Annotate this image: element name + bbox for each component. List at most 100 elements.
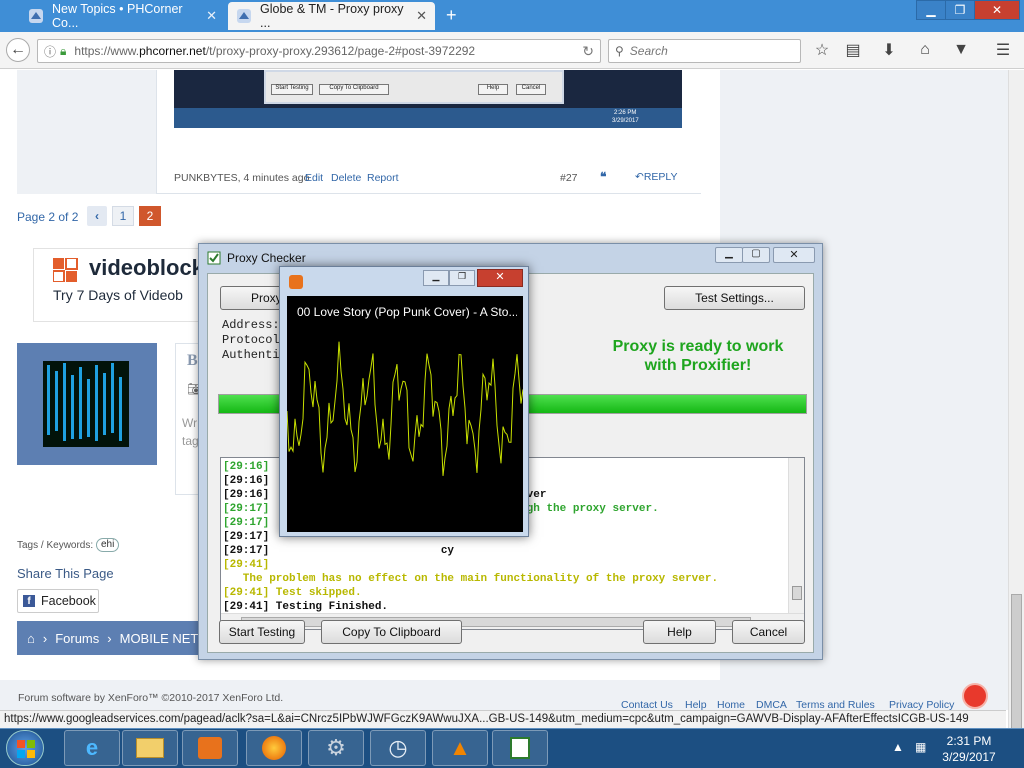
tray-expand-icon[interactable]: ▲ (892, 740, 904, 754)
delete-link[interactable]: Delete (331, 172, 361, 184)
footer-terms-link[interactable]: Terms and Rules (796, 699, 875, 710)
footer-privacy-link[interactable]: Privacy Policy (889, 699, 954, 710)
footer-home-link[interactable]: Home (717, 699, 745, 710)
back-arrow-icon: ← (10, 41, 26, 58)
tag-chip[interactable]: ehi (96, 538, 120, 552)
page-2-button[interactable]: 2 (139, 206, 161, 226)
bold-toolbar-button[interactable]: B (187, 352, 198, 370)
tags-label: Tags / Keywords: (17, 540, 94, 551)
embedded-help-button: Help (478, 84, 508, 95)
maximize-button[interactable]: ▢ (742, 247, 770, 263)
close-tab-icon[interactable]: ✕ (416, 8, 427, 24)
embedded-cancel-button: Cancel (516, 84, 546, 95)
help-button[interactable]: Help (643, 620, 716, 644)
taskbar-explorer[interactable] (122, 730, 178, 766)
minimize-button[interactable]: ▁ (916, 0, 946, 20)
reply-button[interactable]: ↶REPLY (635, 171, 677, 183)
tab-new-topics[interactable]: New Topics • PHCorner Co... ✕ (20, 2, 225, 30)
visualizer-panel: 00 Love Story (Pop Punk Cover) - A Sto..… (287, 296, 523, 532)
search-input[interactable]: ⚲ Search (608, 39, 801, 63)
windows-logo-icon (17, 740, 35, 758)
taskbar-vlc[interactable]: ▲ (432, 730, 488, 766)
home-icon[interactable]: ⌂ (27, 631, 35, 646)
test-settings-button[interactable]: Test Settings... (664, 286, 805, 310)
minimize-button[interactable]: ▁ (715, 247, 743, 263)
breadcrumb-forums[interactable]: Forums (55, 631, 99, 646)
pocket-button[interactable]: ▼ (949, 38, 973, 62)
lock-icon: 🔒︎ (60, 43, 67, 58)
home-button[interactable]: ⌂ (913, 38, 937, 62)
page-scrollbar[interactable] (1008, 70, 1024, 734)
embedded-copy-button: Copy To Clipboard (319, 84, 389, 95)
log-line: [29:41] (223, 559, 270, 571)
new-tab-button[interactable]: + (446, 5, 457, 26)
videoblocks-logo-icon (52, 257, 79, 283)
folder-icon (136, 738, 164, 758)
page-1-button[interactable]: 1 (112, 206, 134, 226)
back-button[interactable]: ← (6, 38, 30, 62)
log-vscroll-thumb[interactable] (792, 586, 802, 600)
footer-help-link[interactable]: Help (685, 699, 707, 710)
minimize-button[interactable]: ▁ (423, 270, 449, 286)
start-button[interactable] (6, 730, 44, 766)
scrollbar-thumb[interactable] (1011, 594, 1022, 734)
tab-globe-tm[interactable]: Globe & TM - Proxy proxy ... ✕ (228, 2, 435, 30)
post-number[interactable]: #27 (560, 172, 578, 184)
status-line-2: with Proxifier! (644, 357, 752, 374)
close-button[interactable]: ✕ (773, 247, 815, 263)
reading-list-button[interactable]: ▤ (841, 38, 865, 62)
reload-icon[interactable]: ↻ (582, 43, 594, 60)
info-icon[interactable]: ⓘ (44, 43, 56, 60)
restore-button[interactable]: ❐ (449, 270, 475, 286)
copy-to-clipboard-button[interactable]: Copy To Clipboard (321, 620, 462, 644)
quote-icon[interactable]: ❝ (600, 170, 606, 184)
taskbar-media-player[interactable] (182, 730, 238, 766)
taskbar-clock-app[interactable]: ◷ (370, 730, 426, 766)
log-vscrollbar[interactable] (788, 458, 804, 613)
network-icon[interactable]: ▦ (915, 740, 926, 754)
footer-contact-link[interactable]: Contact Us (621, 699, 673, 710)
cancel-button[interactable]: Cancel (732, 620, 805, 644)
avatar (43, 361, 129, 447)
ad-banner[interactable]: videoblock Try 7 Days of Videob (33, 248, 204, 322)
footer-dmca-link[interactable]: DMCA (756, 699, 787, 710)
star-icon: ☆ (814, 42, 830, 59)
taskbar-proxifier[interactable] (492, 730, 548, 766)
track-title: 00 Love Story (Pop Punk Cover) - A Sto..… (297, 305, 517, 319)
taskbar-settings[interactable]: ⚙ (308, 730, 364, 766)
taskbar-clock[interactable]: 2:31 PM 3/29/2017 (938, 733, 1000, 765)
phcorner-favicon-icon (236, 8, 252, 24)
download-arrow-icon: ⬇ (882, 42, 896, 59)
close-window-button[interactable]: ✕ (974, 0, 1020, 20)
taskbar-ie[interactable]: e (64, 730, 120, 766)
url-path: /t/proxy-proxy-proxy.293612/page-2#post-… (205, 44, 476, 58)
log-hscrollbar[interactable] (221, 613, 804, 629)
facebook-share-button[interactable]: f Facebook (17, 589, 99, 613)
start-testing-button[interactable]: Start Testing (219, 620, 305, 644)
prev-page-button[interactable]: ‹ (87, 206, 107, 226)
url-bar[interactable]: ⓘ 🔒︎ https://www. phcorner.net/t/proxy-pr… (37, 39, 601, 63)
breadcrumb-section[interactable]: MOBILE NETW (120, 631, 201, 646)
post-author[interactable]: PUNKBYTES, (174, 172, 241, 184)
notification-bell-icon[interactable] (962, 683, 988, 709)
restore-button[interactable]: ❐ (945, 0, 975, 20)
proxifier-icon (207, 251, 221, 265)
taskbar-firefox[interactable] (246, 730, 302, 766)
hamburger-icon: ☰ (995, 42, 1011, 59)
close-button[interactable]: ✕ (477, 269, 523, 287)
protocol-label: Protocol (222, 333, 280, 347)
close-tab-icon[interactable]: ✕ (206, 8, 217, 24)
bookmark-star-button[interactable]: ☆ (810, 38, 834, 62)
media-player-icon (289, 275, 303, 289)
facebook-label: Facebook (41, 594, 96, 608)
reply-arrow-icon: ↶ (635, 171, 644, 183)
tab-label: Globe & TM - Proxy proxy ... (260, 2, 404, 30)
menu-button[interactable]: ☰ (991, 38, 1015, 62)
footer-copyright: Forum software by XenForo™ ©2010-2017 Xe… (18, 692, 284, 704)
waveform-visualizer (287, 341, 523, 476)
report-link[interactable]: Report (367, 172, 399, 184)
reply-avatar-panel (17, 343, 157, 465)
edit-link[interactable]: Edit (305, 172, 323, 184)
internet-explorer-icon: e (85, 735, 99, 760)
downloads-button[interactable]: ⬇ (877, 38, 901, 62)
